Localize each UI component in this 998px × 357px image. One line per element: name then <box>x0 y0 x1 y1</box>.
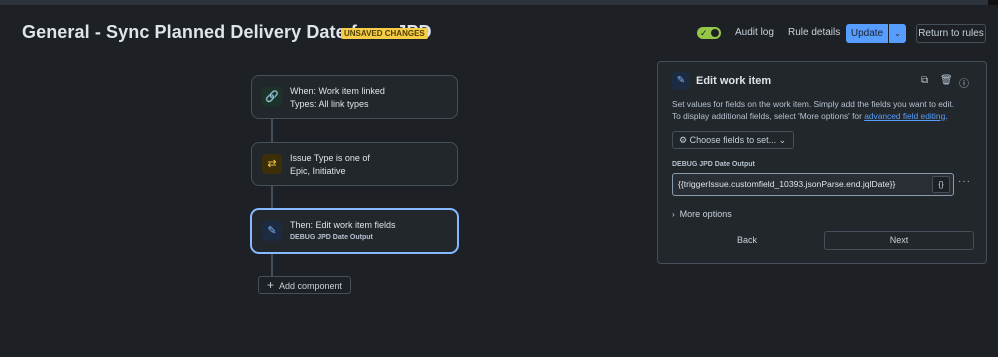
plus-icon: + <box>267 278 275 292</box>
more-options-label: More options <box>679 209 732 219</box>
connector-line <box>271 186 273 209</box>
rule-details-link[interactable]: Rule details <box>788 27 840 38</box>
link-icon: 🔗 <box>262 87 282 107</box>
choose-fields-dropdown[interactable]: ⚙ Choose fields to set... ⌄ <box>672 131 794 149</box>
more-icon[interactable]: ··· <box>958 176 971 187</box>
node-subtitle: DEBUG JPD Date Output <box>290 234 373 241</box>
add-component-label: Add component <box>279 281 343 291</box>
field-label: DEBUG JPD Date Output <box>672 161 755 168</box>
unsaved-changes-badge: UNSAVED CHANGES <box>341 28 428 39</box>
choose-fields-label: Choose fields to set... <box>689 135 777 145</box>
update-button[interactable]: Update <box>846 24 888 43</box>
node-title: When: Work item linked <box>290 86 385 96</box>
description-line-1: Set values for fields on the work item. … <box>672 99 955 109</box>
chevron-right-icon: › <box>672 210 675 219</box>
return-to-rules-button[interactable]: Return to rules <box>916 24 986 43</box>
next-button[interactable]: Next <box>824 231 974 250</box>
smart-value-button[interactable]: {} <box>932 176 950 193</box>
condition-node[interactable]: ⇄ Issue Type is one of Epic, Initiative <box>251 142 458 186</box>
chevron-down-icon: ⌄ <box>778 135 787 145</box>
node-title: Issue Type is one of <box>290 153 370 163</box>
advanced-field-editing-link[interactable]: advanced field editing <box>864 111 945 121</box>
chevron-down-icon: ⌄ <box>894 29 901 38</box>
description-end: . <box>945 111 948 121</box>
debug-date-field[interactable]: {{triggerIssue.customfield_10393.jsonPar… <box>672 173 954 196</box>
trash-icon[interactable]: 🗑 <box>940 75 953 86</box>
help-icon[interactable]: ⓘ <box>959 75 969 90</box>
back-button[interactable]: Back <box>672 231 822 250</box>
edit-work-item-panel: ✎ Edit work item ⧉ 🗑 ⓘ Set values for fi… <box>657 61 987 264</box>
connector-line <box>271 253 273 276</box>
toggle-knob <box>711 29 719 37</box>
add-component-button[interactable]: + Add component <box>258 276 351 294</box>
description-line-2: To display additional fields, select 'Mo… <box>672 111 865 121</box>
audit-log-link[interactable]: Audit log <box>735 27 774 38</box>
update-dropdown-button[interactable]: ⌄ <box>889 24 906 43</box>
duplicate-icon[interactable]: ⧉ <box>921 75 928 86</box>
field-value: {{triggerIssue.customfield_10393.jsonPar… <box>678 179 896 189</box>
panel-description: Set values for fields on the work item. … <box>672 98 977 122</box>
panel-title: Edit work item <box>696 75 772 87</box>
node-title: Then: Edit work item fields <box>290 220 396 230</box>
check-icon: ✓ <box>700 28 708 38</box>
more-options-toggle[interactable]: › More options <box>672 209 732 219</box>
top-strip <box>0 0 998 5</box>
node-subtitle: Types: All link types <box>290 99 369 109</box>
edit-icon: ✎ <box>262 221 282 241</box>
rule-enabled-toggle[interactable]: ✓ <box>697 27 721 39</box>
gear-icon: ⚙ <box>679 135 688 145</box>
top-strip-dark <box>988 0 998 5</box>
swap-icon: ⇄ <box>262 154 282 174</box>
node-subtitle: Epic, Initiative <box>290 166 346 176</box>
connector-line <box>271 119 273 142</box>
trigger-node[interactable]: 🔗 When: Work item linked Types: All link… <box>251 75 458 119</box>
edit-icon: ✎ <box>672 72 690 90</box>
action-node[interactable]: ✎ Then: Edit work item fields DEBUG JPD … <box>251 209 458 253</box>
